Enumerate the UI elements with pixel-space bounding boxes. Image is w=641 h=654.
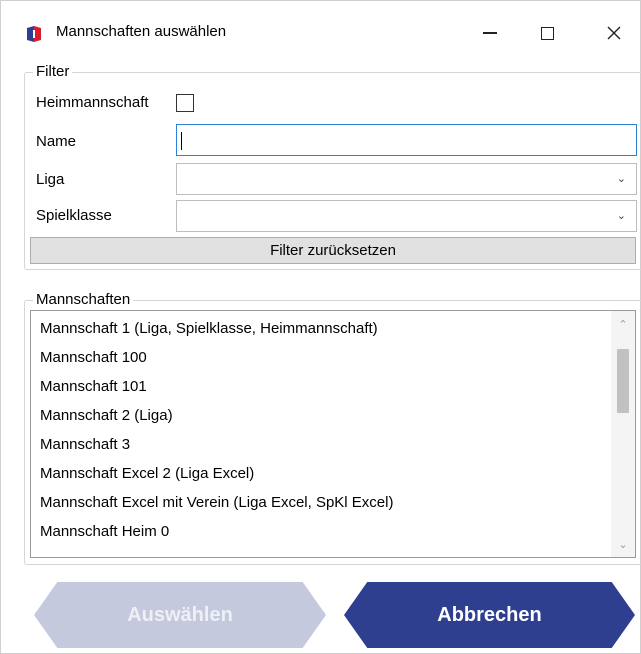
cancel-button[interactable]: Abbrechen bbox=[344, 582, 635, 648]
dialog-window: Mannschaften auswählen Filter Heimmannsc… bbox=[0, 0, 641, 654]
teams-listbox[interactable]: Mannschaft 1 (Liga, Spielklasse, Heimman… bbox=[30, 310, 636, 558]
window-title: Mannschaften auswählen bbox=[56, 23, 227, 40]
scroll-thumb[interactable] bbox=[617, 349, 629, 413]
league-label: Liga bbox=[36, 171, 65, 188]
list-item[interactable]: Mannschaft Heim 0 bbox=[40, 517, 169, 546]
filter-group-title: Filter bbox=[33, 63, 73, 81]
select-button[interactable]: Auswählen bbox=[34, 582, 326, 648]
list-item[interactable]: Mannschaft Excel 2 (Liga Excel) bbox=[40, 459, 254, 488]
league-select[interactable]: ⌄ bbox=[176, 163, 637, 195]
name-label: Name bbox=[36, 133, 77, 150]
chevron-down-icon: ⌄ bbox=[616, 173, 626, 185]
scroll-up-icon[interactable]: ⌃ bbox=[611, 313, 635, 335]
name-input[interactable] bbox=[176, 124, 637, 156]
minimize-button[interactable] bbox=[467, 15, 513, 51]
maximize-button[interactable] bbox=[524, 15, 570, 51]
text-caret bbox=[181, 132, 182, 150]
title-bar: Mannschaften auswählen bbox=[1, 1, 640, 65]
scroll-down-icon[interactable]: ⌄ bbox=[611, 533, 635, 555]
maximize-icon bbox=[540, 26, 554, 40]
teams-group-title: Mannschaften bbox=[33, 291, 134, 309]
teams-group: Mannschaften Mannschaft 1 (Liga, Spielkl… bbox=[24, 291, 641, 565]
list-item[interactable]: Mannschaft 2 (Liga) bbox=[40, 401, 173, 430]
filter-group: Filter Heimmannschaft Name Liga ⌄ Spielk… bbox=[24, 63, 641, 270]
class-label: Spielklasse bbox=[36, 207, 112, 224]
list-item[interactable]: Mannschaft 3 bbox=[40, 430, 130, 459]
home-team-label: Heimmannschaft bbox=[36, 94, 149, 111]
list-scrollbar[interactable]: ⌃ ⌄ bbox=[611, 311, 635, 557]
reset-filter-button[interactable]: Filter zurücksetzen bbox=[30, 237, 636, 264]
list-item[interactable]: Mannschaft Excel mit Verein (Liga Excel,… bbox=[40, 488, 393, 517]
list-item[interactable]: Mannschaft 100 bbox=[40, 343, 147, 372]
class-select[interactable]: ⌄ bbox=[176, 200, 637, 232]
app-logo-icon bbox=[25, 25, 43, 43]
minimize-icon bbox=[483, 32, 497, 34]
close-icon bbox=[607, 26, 621, 40]
home-team-checkbox[interactable] bbox=[176, 94, 194, 112]
list-item[interactable]: Mannschaft 101 bbox=[40, 372, 147, 401]
list-item[interactable]: Mannschaft 1 (Liga, Spielklasse, Heimman… bbox=[40, 314, 378, 343]
chevron-down-icon: ⌄ bbox=[616, 210, 626, 222]
close-button[interactable] bbox=[591, 15, 637, 51]
